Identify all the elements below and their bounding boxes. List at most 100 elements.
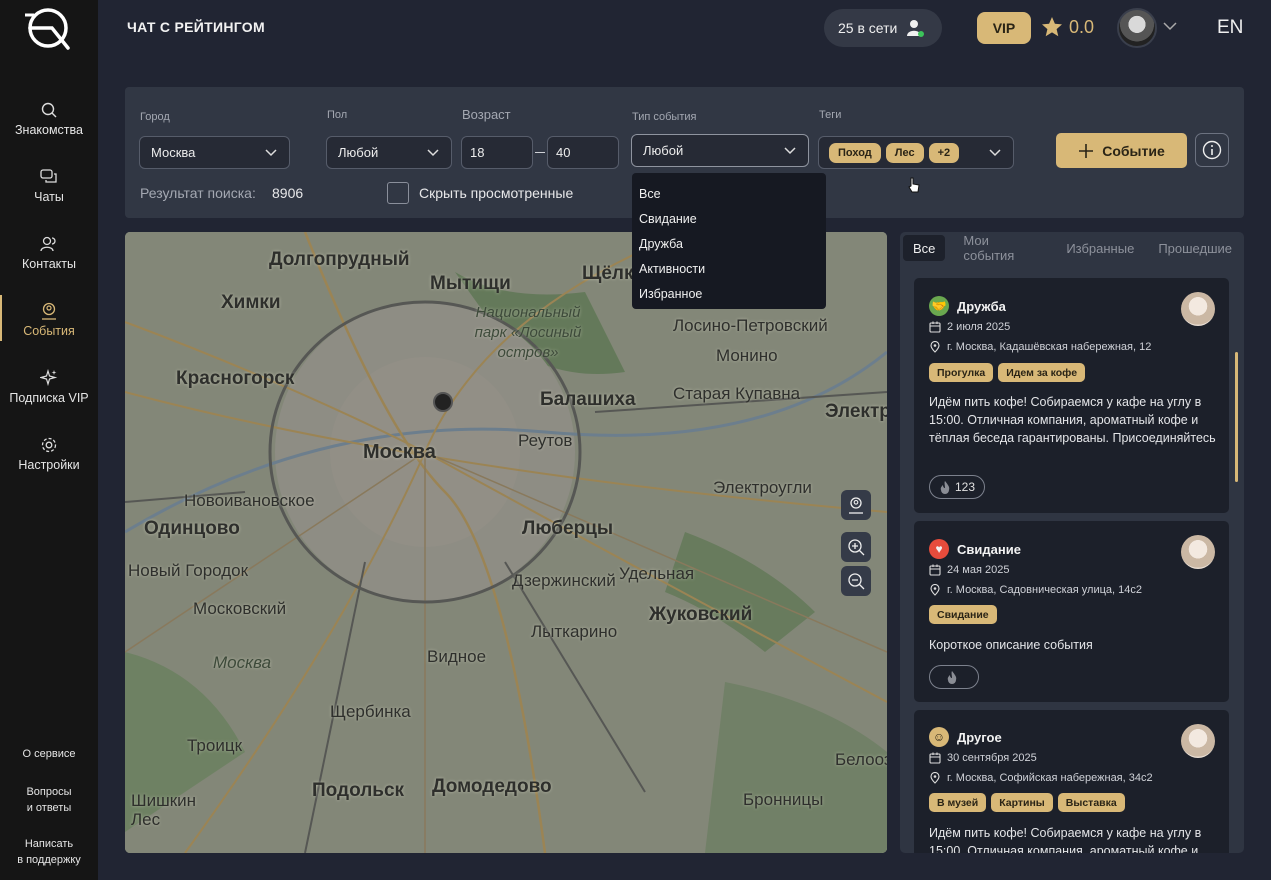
gender-select[interactable]: Любой — [326, 136, 452, 169]
gender-value: Любой — [338, 145, 379, 160]
like-button[interactable]: 123 — [929, 475, 986, 499]
event-tag[interactable]: Выставка — [1057, 793, 1125, 812]
event-address-text: г. Москва, Софийская набережная, 34с2 — [947, 772, 1153, 784]
user-avatar[interactable] — [1117, 8, 1157, 48]
map-city-label: Московский — [193, 599, 287, 618]
faq-link[interactable]: Вопросы и ответы — [0, 784, 98, 816]
event-address-text: г. Москва, Садовническая улица, 14с2 — [947, 584, 1142, 596]
event-type: Другое — [957, 729, 1002, 745]
nav-item-chats[interactable]: Чаты — [0, 167, 98, 219]
friendship-icon: 🤝 — [929, 296, 949, 316]
map-city-label: Электроугли — [713, 478, 812, 497]
chevron-down-icon — [265, 149, 277, 157]
location-pin-icon — [930, 584, 940, 596]
event-card[interactable]: ☺ Другое 30 сентября 2025 г. Москва, Соф… — [914, 710, 1229, 853]
map-view[interactable]: Долгопрудный Мытищи Щёлково Химки Национ… — [125, 232, 887, 853]
map-city-label: Одинцово — [144, 518, 240, 539]
dropdown-option[interactable]: Свидание — [632, 206, 826, 231]
locate-me-button[interactable] — [841, 490, 871, 520]
logo-icon[interactable] — [22, 6, 76, 52]
events-panel: Все Мои события Избранные Прошедшие 🤝 Др… — [900, 232, 1244, 853]
nav-label: Чаты — [34, 190, 64, 204]
info-button[interactable] — [1195, 133, 1229, 167]
locate-user-icon — [849, 497, 863, 514]
age-from-input[interactable]: 18 — [461, 136, 533, 169]
age-to-input[interactable]: 40 — [547, 136, 619, 169]
dropdown-option[interactable]: Все — [632, 181, 826, 206]
online-counter[interactable]: 25 в сети — [824, 9, 942, 47]
like-button[interactable] — [929, 665, 979, 689]
tags-select[interactable]: Поход Лес +2 — [818, 136, 1014, 169]
event-author-avatar[interactable] — [1181, 724, 1215, 758]
flame-icon — [947, 671, 957, 684]
tab-my-events[interactable]: Мои события — [951, 233, 1054, 263]
tag-chip-more[interactable]: +2 — [928, 142, 960, 163]
nav-item-settings[interactable]: Настройки — [0, 435, 98, 487]
event-date-text: 2 июля 2025 — [947, 321, 1011, 333]
event-date: 24 мая 2025 — [929, 564, 1009, 576]
nav-item-acquaintances[interactable]: Знакомства — [0, 100, 98, 152]
event-author-avatar[interactable] — [1181, 292, 1215, 326]
zoom-out-icon — [848, 573, 865, 590]
event-date: 2 июля 2025 — [929, 321, 1010, 333]
events-scrollbar[interactable] — [1235, 352, 1238, 482]
heart-icon: ♥ — [929, 539, 949, 559]
tab-past[interactable]: Прошедшие — [1146, 235, 1244, 261]
event-type-label: Тип события — [632, 111, 697, 123]
nav-item-contacts[interactable]: Контакты — [0, 234, 98, 286]
map-city-label: Домодедово — [432, 776, 552, 797]
zoom-out-button[interactable] — [841, 566, 871, 596]
location-pin-icon — [930, 772, 940, 784]
event-tag[interactable]: Свидание — [929, 605, 997, 624]
map-city-label: Бронницы — [743, 790, 824, 809]
event-tag[interactable]: Картины — [991, 793, 1053, 812]
nav-item-events[interactable]: События — [0, 295, 98, 353]
hide-viewed-checkbox[interactable] — [387, 182, 409, 204]
event-card[interactable]: ♥ Свидание 24 мая 2025 г. Москва, Садовн… — [914, 521, 1229, 702]
event-type-select[interactable]: Любой — [631, 134, 809, 167]
event-type-value: Любой — [643, 143, 684, 158]
page-title: ЧАТ С РЕЙТИНГОМ — [127, 19, 265, 35]
nav-label: События — [23, 324, 75, 338]
map-city-label: Люберцы — [522, 518, 614, 539]
dropdown-option[interactable]: Избранное — [632, 281, 826, 306]
map-city-label: Щербинка — [330, 702, 411, 721]
about-link[interactable]: О сервисе — [0, 746, 98, 762]
chevron-down-icon[interactable] — [1162, 20, 1178, 32]
event-author-avatar[interactable] — [1181, 535, 1215, 569]
nav-item-vip[interactable]: Подписка VIP — [0, 368, 98, 420]
hide-viewed-label[interactable]: Скрыть просмотренные — [419, 185, 573, 201]
event-tag[interactable]: Прогулка — [929, 363, 994, 382]
search-icon — [39, 100, 59, 120]
map-city-label: Шишкин Лес — [131, 791, 197, 829]
add-event-button[interactable]: Событие — [1056, 133, 1187, 168]
nav-label: Контакты — [22, 257, 76, 271]
event-type: Свидание — [957, 541, 1021, 557]
tab-favorites[interactable]: Избранные — [1054, 235, 1146, 261]
event-description: Идём пить кофе! Собираемся у кафе на угл… — [929, 826, 1202, 853]
vip-badge[interactable]: VIP — [977, 12, 1031, 44]
tag-chip[interactable]: Поход — [829, 142, 881, 163]
tab-all[interactable]: Все — [903, 235, 946, 261]
tag-chip[interactable]: Лес — [885, 142, 924, 163]
map-city-label: Белоозёрский — [835, 750, 887, 769]
calendar-icon — [929, 752, 941, 764]
sparkle-icon — [39, 368, 59, 388]
zoom-in-button[interactable] — [841, 532, 871, 562]
event-tag[interactable]: Идем за кофе — [998, 363, 1086, 382]
tags-label: Теги — [819, 109, 842, 121]
language-switch[interactable]: EN — [1217, 17, 1243, 39]
city-select[interactable]: Москва — [139, 136, 290, 169]
dropdown-option[interactable]: Дружба — [632, 231, 826, 256]
event-card[interactable]: 🤝 Дружба 2 июля 2025 г. Москва, Кадашёвс… — [914, 278, 1229, 513]
map-user-marker[interactable] — [433, 392, 453, 412]
dropdown-option[interactable]: Активности — [632, 256, 826, 281]
event-description: Короткое описание события — [929, 638, 1093, 652]
chevron-down-icon — [427, 149, 439, 157]
support-link[interactable]: Написать в поддержку — [0, 836, 98, 868]
gear-icon — [39, 435, 59, 455]
event-tags: В музей Картины Выставка — [929, 793, 1125, 812]
event-address: г. Москва, Софийская набережная, 34с2 — [929, 772, 1153, 784]
map-city-label: Новый Городок — [128, 561, 249, 580]
event-tag[interactable]: В музей — [929, 793, 987, 812]
